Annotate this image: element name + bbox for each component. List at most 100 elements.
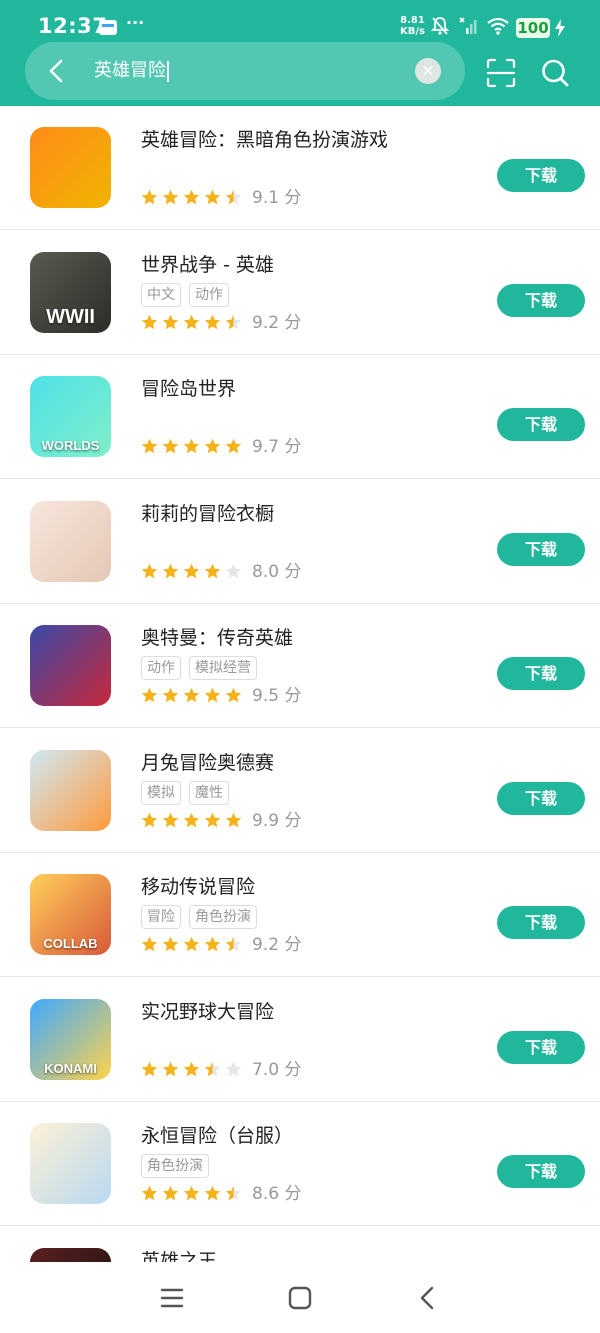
tag-list: 中文 动作 bbox=[141, 282, 229, 307]
collab-icon[interactable]: COLLAB bbox=[30, 874, 111, 955]
star-rating bbox=[141, 563, 242, 580]
rifle-icon[interactable] bbox=[30, 127, 111, 208]
back-arrow-icon[interactable] bbox=[45, 58, 69, 84]
app-icon-text: WORLDS bbox=[41, 438, 100, 453]
rating-score: 9.1 分 bbox=[252, 188, 302, 208]
star-filled-icon bbox=[141, 314, 158, 329]
app-title: 英雄之王 bbox=[141, 1249, 218, 1263]
list-item[interactable]: 永恒冒险（台服） 角色扮演 8.6 分 下载 bbox=[0, 1102, 600, 1226]
app-icon-text: COLLAB bbox=[43, 936, 98, 951]
list-item[interactable]: 英雄冒险：黑暗角色扮演游戏 9.1 分 下载 bbox=[0, 106, 600, 230]
star-filled-icon bbox=[183, 438, 200, 454]
star-half-icon bbox=[225, 1185, 242, 1201]
app-title: 奥特曼：传奇英雄 bbox=[141, 627, 294, 649]
download-button[interactable]: 下载 bbox=[497, 1155, 585, 1188]
app-title: 永恒冒险（台服） bbox=[141, 1125, 294, 1147]
star-filled-icon bbox=[141, 189, 158, 205]
star-filled-icon bbox=[162, 1061, 179, 1076]
download-button[interactable]: 下载 bbox=[497, 408, 585, 441]
star-filled-icon bbox=[141, 563, 158, 578]
back-nav-icon[interactable] bbox=[414, 1284, 442, 1312]
rating-score: 7.0 分 bbox=[252, 1059, 302, 1080]
menu-icon[interactable] bbox=[158, 1284, 186, 1312]
star-rating bbox=[141, 812, 242, 829]
rating-score: 9.2 分 bbox=[252, 312, 302, 333]
download-button[interactable]: 下载 bbox=[497, 781, 585, 815]
star-filled-icon bbox=[183, 812, 200, 827]
search-input[interactable]: 英雄冒险 bbox=[94, 59, 169, 83]
list-item[interactable]: WORLDS 冒险岛世界 9.7 分 下载 bbox=[0, 355, 600, 479]
network-speed-text: 8.81 KB/s bbox=[400, 15, 425, 37]
app-title: 实况野球大冒险 bbox=[141, 1000, 275, 1023]
list-item[interactable]: 英雄之王 bbox=[0, 1227, 600, 1263]
star-rating bbox=[141, 314, 242, 331]
search-bar[interactable] bbox=[25, 42, 465, 100]
home-icon[interactable] bbox=[286, 1284, 314, 1312]
list-item[interactable]: 月兔冒险奥德赛 模拟 魔性 9.9 分 下载 bbox=[0, 729, 600, 853]
search-query: 英雄冒险 bbox=[94, 60, 166, 81]
star-filled-icon bbox=[183, 314, 200, 329]
list-item[interactable]: 奥特曼：传奇英雄 动作 模拟经营 9.5 分 下载 bbox=[0, 604, 600, 728]
ultraman-icon[interactable] bbox=[30, 625, 111, 706]
star-filled-icon bbox=[162, 812, 179, 827]
star-filled-icon bbox=[204, 189, 221, 205]
star-filled-icon bbox=[141, 936, 158, 952]
tag: 魔性 bbox=[189, 780, 229, 805]
download-button[interactable]: 下载 bbox=[497, 657, 585, 690]
star-filled-icon bbox=[162, 1185, 179, 1201]
status-time: 12:37 bbox=[38, 14, 108, 38]
rating-score: 9.7 分 bbox=[252, 437, 302, 457]
star-filled-icon bbox=[162, 438, 179, 454]
star-half-icon bbox=[225, 189, 242, 205]
tag-list: 冒险 角色扮演 bbox=[141, 905, 257, 929]
maplestory-worlds-icon[interactable]: WORLDS bbox=[30, 376, 111, 457]
download-button[interactable]: 下载 bbox=[497, 532, 585, 566]
star-filled-icon bbox=[162, 189, 179, 205]
tag-list: 动作 模拟经营 bbox=[141, 656, 257, 680]
star-empty-icon bbox=[225, 1061, 242, 1076]
status-bar: 12:37 ··· 8.81 KB/s 100 bbox=[0, 0, 600, 38]
star-rating bbox=[141, 687, 242, 704]
star-filled-icon bbox=[204, 936, 221, 952]
wifi-icon bbox=[487, 17, 509, 35]
app-header: 12:37 ··· 8.81 KB/s 100 英雄冒险 bbox=[0, 0, 600, 106]
list-item[interactable]: KONAMI 实况野球大冒险 7.0 分 下载 bbox=[0, 978, 600, 1102]
star-rating bbox=[141, 189, 242, 206]
download-button[interactable]: 下载 bbox=[497, 159, 585, 192]
star-filled-icon bbox=[141, 438, 158, 454]
baseball-icon[interactable]: KONAMI bbox=[30, 998, 111, 1080]
tag: 模拟经营 bbox=[189, 656, 257, 680]
tag: 中文 bbox=[141, 282, 181, 307]
list-item[interactable]: WWII 世界战争 - 英雄 中文 动作 9.2 分 下载 bbox=[0, 231, 600, 355]
fantasy-hero-icon[interactable] bbox=[30, 1123, 111, 1204]
scan-icon[interactable] bbox=[486, 58, 516, 88]
star-filled-icon bbox=[204, 687, 221, 703]
star-filled-icon bbox=[141, 687, 158, 703]
network-speed: 8.81 KB/s bbox=[400, 15, 425, 37]
rating-score: 9.5 分 bbox=[252, 686, 302, 706]
anime-girl-icon[interactable] bbox=[30, 500, 111, 582]
tag: 动作 bbox=[189, 282, 229, 307]
tag: 动作 bbox=[141, 656, 181, 680]
clear-search-button[interactable] bbox=[415, 58, 441, 84]
list-item[interactable]: 莉莉的冒险衣橱 8.0 分 下载 bbox=[0, 480, 600, 604]
mail-notification-icon bbox=[99, 20, 117, 35]
star-filled-icon bbox=[141, 1185, 158, 1201]
download-button[interactable]: 下载 bbox=[497, 1030, 585, 1064]
search-icon[interactable] bbox=[540, 57, 570, 89]
download-button[interactable]: 下载 bbox=[497, 283, 585, 317]
dark-hair-icon[interactable] bbox=[30, 1247, 111, 1262]
app-title: 世界战争 - 英雄 bbox=[141, 253, 274, 276]
list-item[interactable]: COLLAB 移动传说冒险 冒险 角色扮演 9.2 分 下载 bbox=[0, 853, 600, 977]
rabbit-carrot-icon[interactable] bbox=[30, 749, 111, 831]
tag-list: 角色扮演 bbox=[141, 1154, 209, 1178]
download-button[interactable]: 下载 bbox=[497, 906, 585, 939]
star-filled-icon bbox=[183, 936, 200, 952]
tag: 模拟 bbox=[141, 780, 181, 805]
star-empty-icon bbox=[225, 563, 242, 578]
charging-bolt-icon bbox=[555, 19, 565, 37]
star-filled-icon bbox=[204, 812, 221, 827]
star-filled-icon bbox=[162, 936, 179, 952]
star-filled-icon bbox=[183, 563, 200, 578]
wwii-icon[interactable]: WWII bbox=[30, 251, 111, 333]
